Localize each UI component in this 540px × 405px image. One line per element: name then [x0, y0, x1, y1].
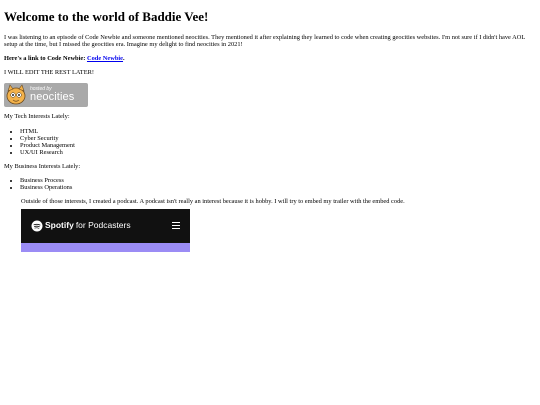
tech-heading: My Tech Interests Lately: [4, 113, 70, 121]
list-item: Business Process [20, 177, 536, 184]
list-item: HTML [20, 128, 536, 135]
business-interests-list: Business Process Business Operations [4, 177, 536, 191]
code-newbie-link[interactable]: Code Newbie [87, 55, 123, 62]
badge-big-text: neocities [30, 91, 75, 104]
spotify-icon [31, 220, 43, 232]
podcast-section: Outside of those interests, I created a … [21, 198, 536, 252]
hosted-by-neocities-badge[interactable]: hosted by neocities [4, 83, 88, 108]
list-item: UX/UI Research [20, 149, 536, 156]
spotify-purple-band [21, 242, 190, 252]
list-item: Business Operations [20, 184, 536, 191]
link-prefix: Here's a link to Code Newbie: [4, 55, 86, 63]
tech-interests-list: HTML Cyber Security Product Management U… [4, 128, 536, 156]
spotify-embed[interactable]: Spotify for Podcasters [21, 208, 190, 252]
spotify-logo[interactable]: Spotify for Podcasters [31, 220, 131, 232]
podcast-text: Outside of those interests, I created a … [21, 197, 405, 205]
business-heading: My Business Interests Lately: [4, 162, 81, 170]
intro-paragraph: I was listening to an episode of Code Ne… [4, 34, 526, 49]
edit-note: I WILL EDIT THE REST LATER! [4, 69, 94, 77]
list-item: Cyber Security [20, 135, 536, 142]
list-item: Product Management [20, 142, 536, 149]
spotify-sub-text: for Podcasters [75, 220, 131, 231]
page-title: Welcome to the world of Baddie Vee! [4, 9, 209, 24]
spotify-header: Spotify for Podcasters [21, 208, 190, 243]
badge-text: hosted by neocities [30, 87, 74, 103]
link-paragraph: Here's a link to Code Newbie: Code Newbi… [4, 55, 536, 62]
link-suffix: . [123, 55, 125, 63]
page-content: Welcome to the world of Baddie Vee! I wa… [0, 0, 540, 252]
neocities-cat-icon [6, 84, 26, 105]
spotify-brand-text: Spotify [45, 220, 74, 231]
hamburger-menu-icon[interactable] [172, 222, 180, 230]
